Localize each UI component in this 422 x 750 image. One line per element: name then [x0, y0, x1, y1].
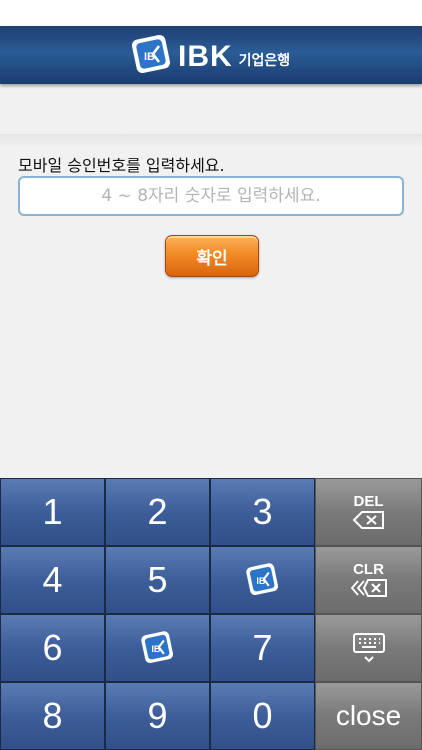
key-6[interactable]: 6 [0, 614, 105, 682]
divider-band [0, 134, 422, 148]
confirm-button[interactable]: 확인 [165, 235, 259, 277]
key-8[interactable]: 8 [0, 682, 105, 750]
secure-keypad: 1 2 3 DEL 4 5 IB CLR 6 IB 7 8 9 0 close [0, 478, 422, 750]
ibk-logo-icon: IB [245, 563, 278, 596]
key-1[interactable]: 1 [0, 478, 105, 546]
clear-key-label: CLR [353, 561, 384, 578]
ibk-logo: IB IBK 기업은행 [128, 34, 290, 76]
approval-code-input[interactable] [18, 176, 404, 216]
delete-key[interactable]: DEL [315, 478, 422, 546]
key-2[interactable]: 2 [105, 478, 210, 546]
key-9[interactable]: 9 [105, 682, 210, 750]
ibk-logo-icon: IB [131, 34, 171, 74]
key-3[interactable]: 3 [210, 478, 315, 546]
key-7[interactable]: 7 [210, 614, 315, 682]
blank-key-logo[interactable]: IB [210, 546, 315, 614]
hide-keyboard-key[interactable] [315, 614, 422, 682]
close-key[interactable]: close [315, 682, 422, 750]
ibk-logo-icon: IB [140, 631, 173, 664]
logo-subtitle: 기업은행 [238, 53, 291, 69]
key-5[interactable]: 5 [105, 546, 210, 614]
key-4[interactable]: 4 [0, 546, 105, 614]
prompt-label: 모바일 승인번호를 입력하세요. [18, 156, 225, 175]
app-header: IB IBK 기업은행 [0, 26, 422, 84]
clear-key[interactable]: CLR [315, 546, 422, 614]
blank-key-logo[interactable]: IB [105, 614, 210, 682]
key-0[interactable]: 0 [210, 682, 315, 750]
delete-key-label: DEL [353, 493, 384, 510]
keyboard-hide-icon [352, 633, 385, 663]
logo-text: IBK [178, 40, 233, 73]
backspace-icon [352, 511, 384, 529]
clear-icon [350, 579, 387, 597]
status-bar [0, 0, 422, 26]
